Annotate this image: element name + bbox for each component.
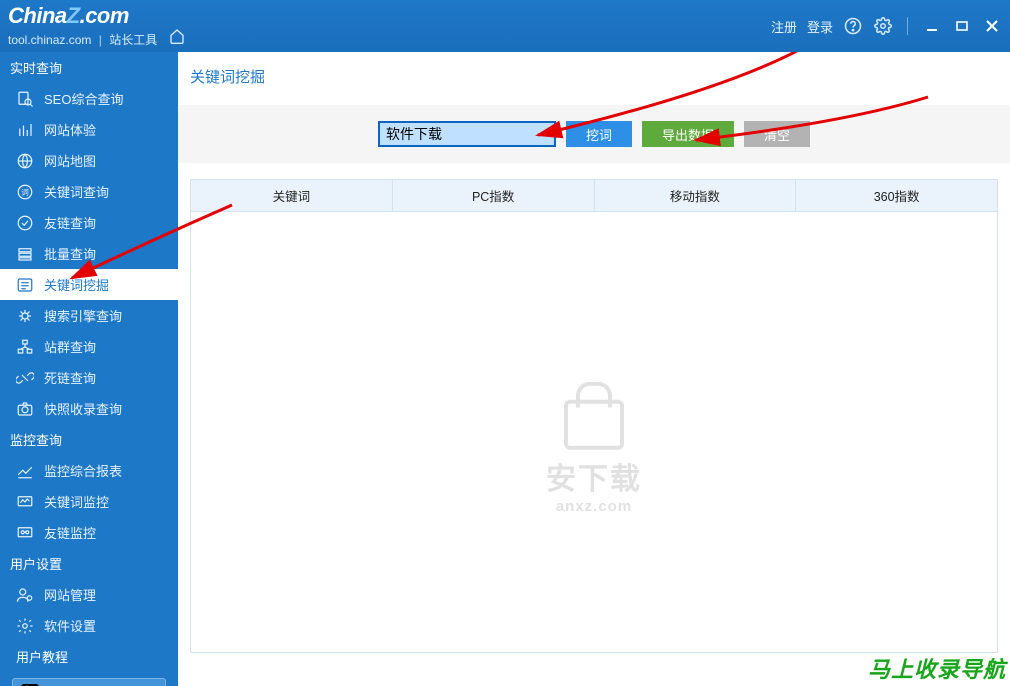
home-icon[interactable]: [169, 31, 185, 48]
page-title: 关键词挖掘: [178, 52, 1010, 105]
sidebar-item-label: 网站体验: [44, 120, 96, 139]
svg-text:词: 词: [21, 188, 29, 197]
th-mobile-index[interactable]: 移动指数: [595, 180, 797, 211]
sidebar-item-label: 死链查询: [44, 368, 96, 387]
bars-icon: [16, 121, 34, 139]
maximize-button[interactable]: [952, 19, 972, 33]
sidebar-item-engine-query[interactable]: 搜索引擎查询: [0, 300, 178, 331]
cluster-icon: [16, 338, 34, 356]
result-table: 关键词 PC指数 移动指数 360指数 安下载 anxz.com: [190, 179, 998, 653]
sidebar-item-seo[interactable]: SEO综合查询: [0, 83, 178, 114]
sidebar-item-keyword-mining[interactable]: 关键词挖掘: [0, 269, 178, 300]
watermark-line2: anxz.com: [546, 498, 642, 515]
logo-sub-sep: |: [95, 33, 106, 47]
sidebar-item-label: 友链查询: [44, 213, 96, 232]
watermark: 安下载 anxz.com: [546, 400, 642, 515]
sidebar-item-label: 网站管理: [44, 585, 96, 604]
sidebar-item-label: 关键词查询: [44, 182, 109, 201]
th-keyword[interactable]: 关键词: [191, 180, 393, 211]
titlebar-right: 注册 登录: [771, 16, 1002, 36]
sidebar-item-software-settings[interactable]: 软件设置: [0, 610, 178, 641]
link-monitor-icon: [16, 524, 34, 542]
sidebar-item-monitor-report[interactable]: 监控综合报表: [0, 455, 178, 486]
broken-link-icon: [16, 369, 34, 387]
login-link[interactable]: 登录: [807, 17, 833, 36]
join-qq-button[interactable]: 加入QQ群: [12, 678, 166, 686]
titlebar: ChinaZ.com tool.chinaz.com | 站长工具 注册 登录: [0, 0, 1010, 52]
sidebar-user-guide[interactable]: 用户教程: [0, 641, 178, 672]
titlebar-divider: [907, 17, 908, 35]
logo-part-1: China: [8, 3, 67, 28]
sidebar-item-label: 搜索引擎查询: [44, 306, 122, 325]
sidebar-item-label: 批量查询: [44, 244, 96, 263]
sidebar-section-realtime: 实时查询: [0, 52, 178, 83]
search-doc-icon: [16, 90, 34, 108]
sidebar-item-label: 网站地图: [44, 151, 96, 170]
sidebar-item-label: 站群查询: [44, 337, 96, 356]
sidebar-item-batch-query[interactable]: 批量查询: [0, 238, 178, 269]
logo-block: ChinaZ.com tool.chinaz.com | 站长工具: [8, 4, 185, 49]
keyword-icon: 词: [16, 183, 34, 201]
logo-main: ChinaZ.com: [8, 4, 185, 28]
logo-sub: tool.chinaz.com | 站长工具: [8, 28, 185, 49]
workspace: 实时查询 SEO综合查询 网站体验 网站地图 词 关键词查询 友链查询 批量查询…: [0, 52, 1010, 686]
spider-icon: [16, 307, 34, 325]
sidebar-item-deadlink-query[interactable]: 死链查询: [0, 362, 178, 393]
chart-icon: [16, 462, 34, 480]
batch-icon: [16, 245, 34, 263]
toolbar: 挖词 导出数据 清空: [178, 105, 1010, 163]
sidebar-item-cluster-query[interactable]: 站群查询: [0, 331, 178, 362]
th-360-index[interactable]: 360指数: [796, 180, 997, 211]
table-body: 安下载 anxz.com: [191, 212, 997, 652]
content: 关键词挖掘 挖词 导出数据 清空 关键词 PC指数 移动指数 360指数 安下载…: [178, 52, 1010, 686]
logo-sub-title: 站长工具: [109, 33, 157, 47]
help-icon[interactable]: [843, 16, 863, 36]
sidebar-item-label: 关键词监控: [44, 492, 109, 511]
sidebar-item-keyword-monitor[interactable]: 关键词监控: [0, 486, 178, 517]
sidebar-item-site-manage[interactable]: 网站管理: [0, 579, 178, 610]
monitor-line-icon: [16, 493, 34, 511]
sidebar-item-label: SEO综合查询: [44, 89, 123, 108]
user-manage-icon: [16, 586, 34, 604]
sidebar-item-keyword-query[interactable]: 词 关键词查询: [0, 176, 178, 207]
sidebar-item-link-query[interactable]: 友链查询: [0, 207, 178, 238]
keyword-input[interactable]: [378, 121, 556, 147]
globe-icon: [16, 152, 34, 170]
sidebar-section-user: 用户设置: [0, 548, 178, 579]
close-button[interactable]: [982, 19, 1002, 33]
sidebar-item-snapshot-query[interactable]: 快照收录查询: [0, 393, 178, 424]
sidebar-item-label: 监控综合报表: [44, 461, 122, 480]
sidebar-section-monitor: 监控查询: [0, 424, 178, 455]
sidebar: 实时查询 SEO综合查询 网站体验 网站地图 词 关键词查询 友链查询 批量查询…: [0, 52, 178, 686]
export-button[interactable]: 导出数据: [642, 121, 734, 147]
sidebar-item-label: 友链监控: [44, 523, 96, 542]
sidebar-item-link-monitor[interactable]: 友链监控: [0, 517, 178, 548]
sidebar-item-label: 关键词挖掘: [44, 275, 109, 294]
th-pc-index[interactable]: PC指数: [393, 180, 595, 211]
minimize-button[interactable]: [922, 19, 942, 33]
watermark-line1: 安下载: [546, 454, 642, 498]
search-button[interactable]: 挖词: [566, 121, 632, 147]
sidebar-item-label: 软件设置: [44, 616, 96, 635]
camera-icon: [16, 400, 34, 418]
logo-part-z: Z: [67, 3, 80, 28]
register-link[interactable]: 注册: [771, 17, 797, 36]
settings-icon[interactable]: [873, 16, 893, 36]
sidebar-item-experience[interactable]: 网站体验: [0, 114, 178, 145]
lock-icon: [564, 400, 624, 450]
clear-button[interactable]: 清空: [744, 121, 810, 147]
gear-icon: [16, 617, 34, 635]
sidebar-item-label: 快照收录查询: [44, 399, 122, 418]
sidebar-item-sitemap[interactable]: 网站地图: [0, 145, 178, 176]
table-header: 关键词 PC指数 移动指数 360指数: [191, 180, 997, 212]
list-icon: [16, 276, 34, 294]
link-check-icon: [16, 214, 34, 232]
logo-part-2: .com: [80, 3, 129, 28]
logo-sub-domain: tool.chinaz.com: [8, 33, 91, 47]
promo-text: 马上收录导航: [868, 652, 1006, 684]
